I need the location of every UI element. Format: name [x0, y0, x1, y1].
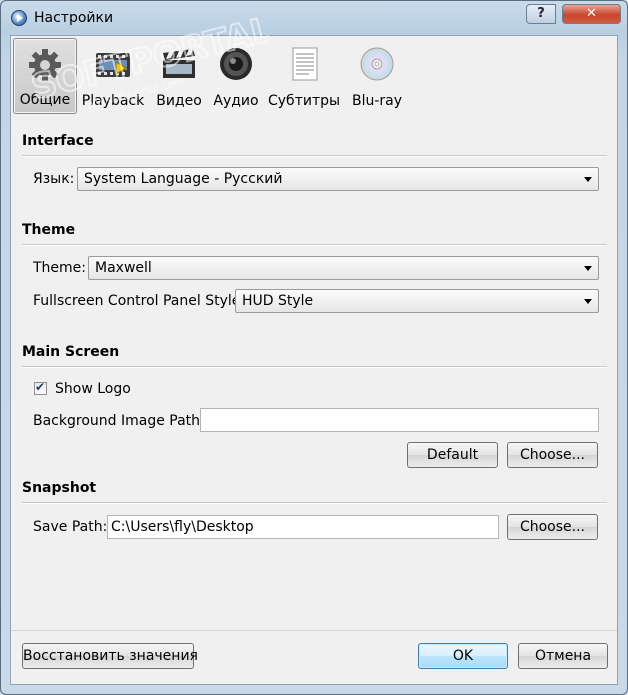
save-path-input[interactable]: C:\Users\fly\Desktop: [107, 515, 499, 539]
ok-button[interactable]: OK: [418, 643, 508, 669]
settings-toolbar: Общие Playback Видео Аудио Субтитры Blu-…: [11, 36, 617, 118]
document-icon: [292, 47, 318, 81]
fullscreen-style-value: HUD Style: [242, 293, 314, 309]
theme-select[interactable]: Maxwell: [88, 256, 599, 280]
tab-subtitles[interactable]: Субтитры: [268, 38, 340, 114]
tab-playback[interactable]: Playback: [81, 38, 145, 114]
snapshot-section-title: Snapshot: [22, 480, 97, 496]
show-logo-checkbox[interactable]: [34, 380, 47, 395]
chevron-down-icon: [584, 266, 592, 271]
chevron-down-icon: [584, 299, 592, 304]
show-logo-label[interactable]: Show Logo: [55, 381, 131, 397]
fullscreen-style-select[interactable]: HUD Style: [235, 289, 599, 313]
title-bar[interactable]: Настройки ? ✕: [1, 1, 627, 35]
clapper-icon: [163, 49, 195, 78]
chevron-down-icon: [584, 177, 592, 182]
window-title: Настройки: [34, 10, 114, 26]
tab-video[interactable]: Видео: [149, 38, 209, 114]
background-image-path-label: Background Image Path:: [33, 413, 205, 429]
default-button[interactable]: Default: [407, 442, 498, 468]
help-button[interactable]: ?: [526, 4, 556, 24]
language-select-value: System Language - Русский: [84, 171, 283, 187]
tab-label: Общие: [19, 92, 71, 108]
tab-label: Аудио: [213, 93, 259, 109]
snapshot-divider: [22, 502, 607, 504]
dialog-client-area: Общие Playback Видео Аудио Субтитры Blu-…: [10, 35, 618, 685]
choose-background-button[interactable]: Choose...: [507, 442, 598, 468]
film-play-icon: [96, 53, 130, 77]
disc-icon: [360, 47, 394, 81]
tab-label: Blu-ray: [351, 93, 403, 109]
tab-general[interactable]: Общие: [13, 38, 77, 114]
language-select[interactable]: System Language - Русский: [77, 167, 599, 191]
main-screen-section-title: Main Screen: [22, 344, 120, 360]
footer-divider: [11, 630, 617, 631]
theme-divider: [22, 244, 607, 246]
app-icon: [11, 10, 27, 26]
settings-window: Настройки ? ✕ Общие Playback Видео Аудио…: [0, 0, 628, 695]
tab-audio[interactable]: Аудио: [211, 38, 261, 114]
theme-select-value: Maxwell: [95, 260, 152, 276]
choose-save-path-button[interactable]: Choose...: [507, 514, 598, 540]
main-screen-divider: [22, 366, 607, 368]
theme-section-title: Theme: [22, 222, 76, 238]
save-path-label: Save Path:: [33, 519, 108, 535]
tab-label: Субтитры: [268, 93, 341, 109]
cancel-button[interactable]: Отмена: [518, 643, 608, 669]
gear-icon: [29, 49, 61, 81]
tab-label: Playback: [81, 93, 145, 109]
background-image-path-input[interactable]: [200, 408, 599, 432]
tab-label: Видео: [156, 93, 202, 109]
theme-label: Theme:: [33, 260, 87, 276]
close-button[interactable]: ✕: [562, 4, 621, 24]
fullscreen-style-label: Fullscreen Control Panel Style:: [33, 293, 246, 309]
reset-defaults-button[interactable]: Восстановить значения: [22, 643, 198, 669]
tab-bluray[interactable]: Blu-ray: [344, 38, 410, 114]
interface-divider: [22, 155, 607, 157]
speaker-icon: [220, 48, 252, 80]
interface-section-title: Interface: [22, 133, 94, 149]
language-label: Язык:: [33, 171, 75, 187]
